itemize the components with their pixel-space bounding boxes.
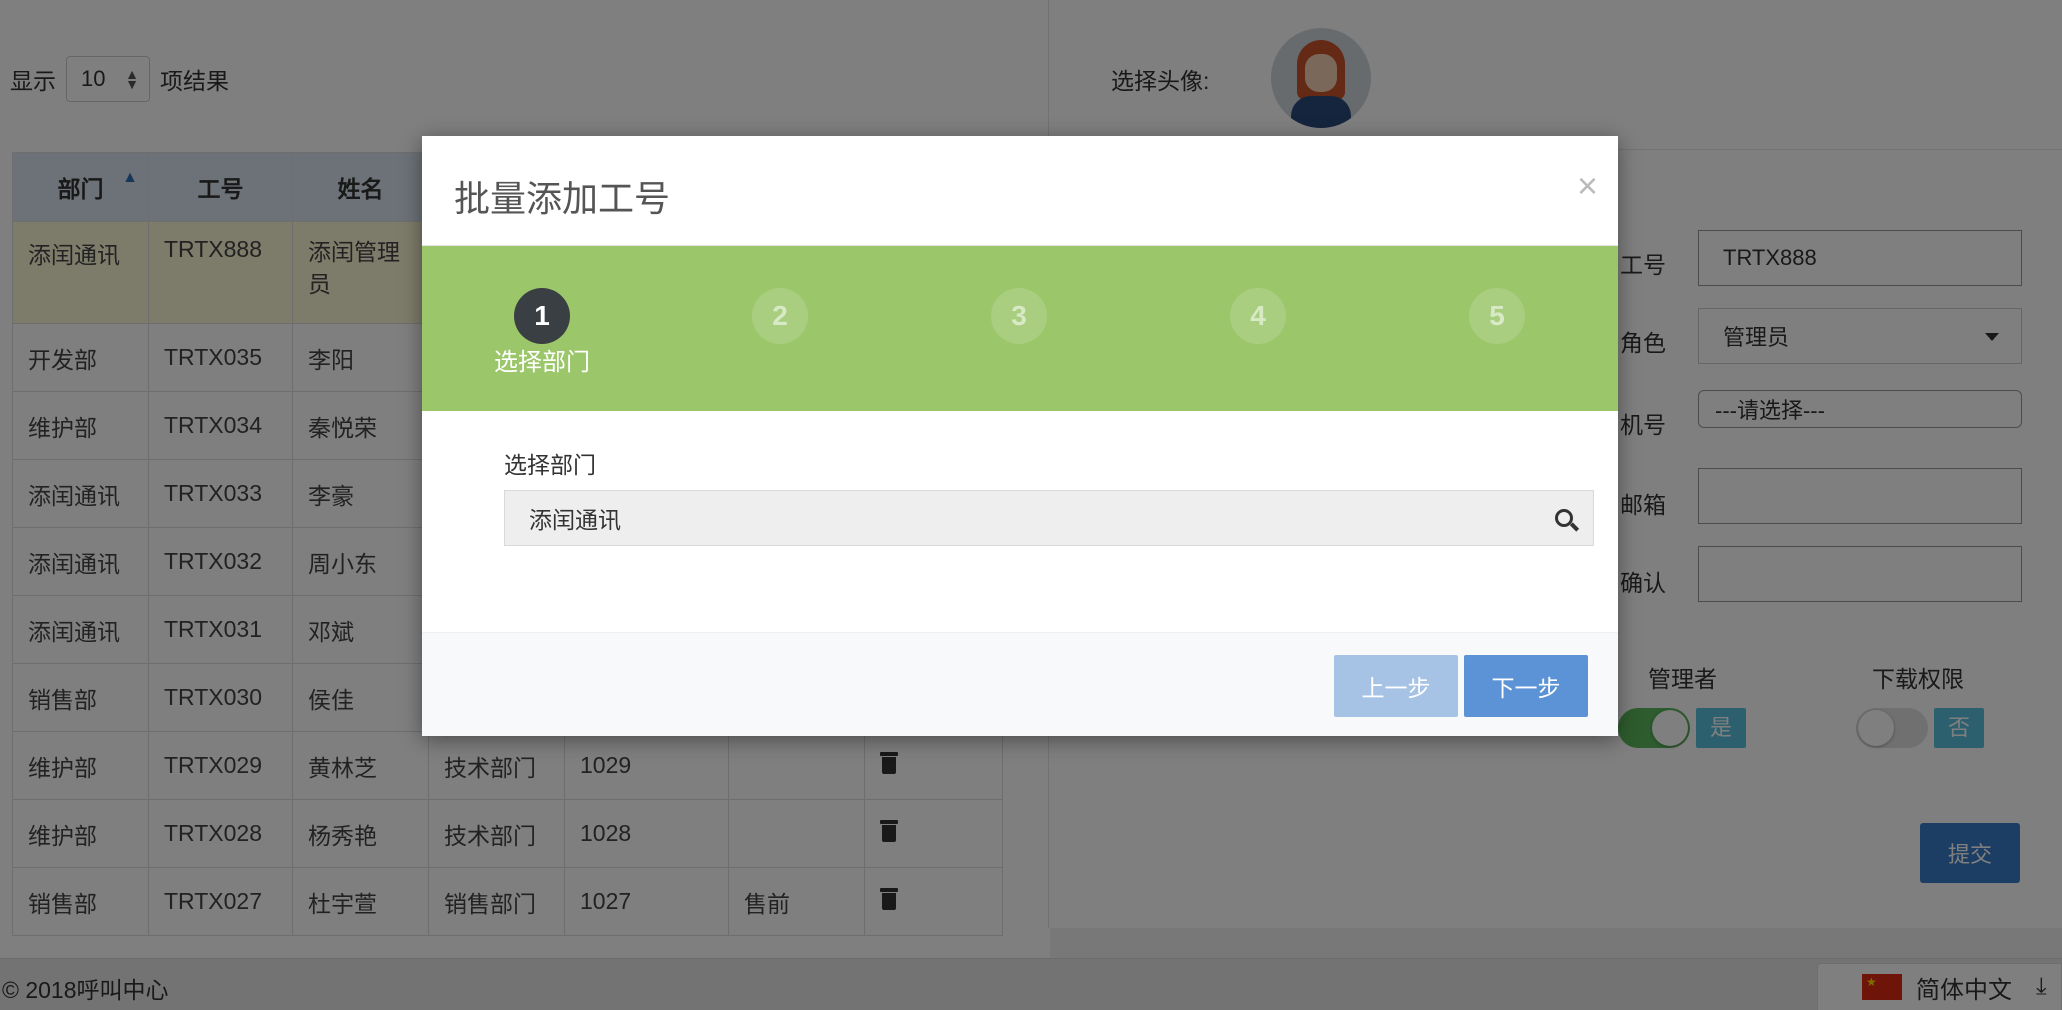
- step-wizard: 1 选择部门 2 3 4 5: [422, 246, 1618, 411]
- department-search-input[interactable]: 添闰通讯: [504, 490, 1594, 546]
- department-field-label: 选择部门: [504, 452, 596, 478]
- prev-step-button[interactable]: 上一步: [1334, 655, 1458, 717]
- next-step-button[interactable]: 下一步: [1464, 655, 1588, 717]
- modal-title: 批量添加工号: [454, 178, 671, 219]
- close-icon[interactable]: ×: [1577, 168, 1598, 204]
- step-3[interactable]: 3: [991, 288, 1047, 344]
- batch-add-modal: 批量添加工号 × 1 选择部门 2 3 4 5 选择部门 添闰通讯 上一步 下一…: [422, 136, 1618, 736]
- step-4[interactable]: 4: [1230, 288, 1286, 344]
- modal-header: 批量添加工号 ×: [422, 136, 1618, 246]
- step-2[interactable]: 2: [752, 288, 808, 344]
- search-icon[interactable]: [1555, 509, 1580, 533]
- department-value: 添闰通讯: [529, 507, 621, 533]
- step-1-label: 选择部门: [494, 349, 590, 376]
- modal-footer: 上一步 下一步: [422, 632, 1618, 736]
- step-1[interactable]: 1: [514, 288, 570, 344]
- step-5[interactable]: 5: [1469, 288, 1525, 344]
